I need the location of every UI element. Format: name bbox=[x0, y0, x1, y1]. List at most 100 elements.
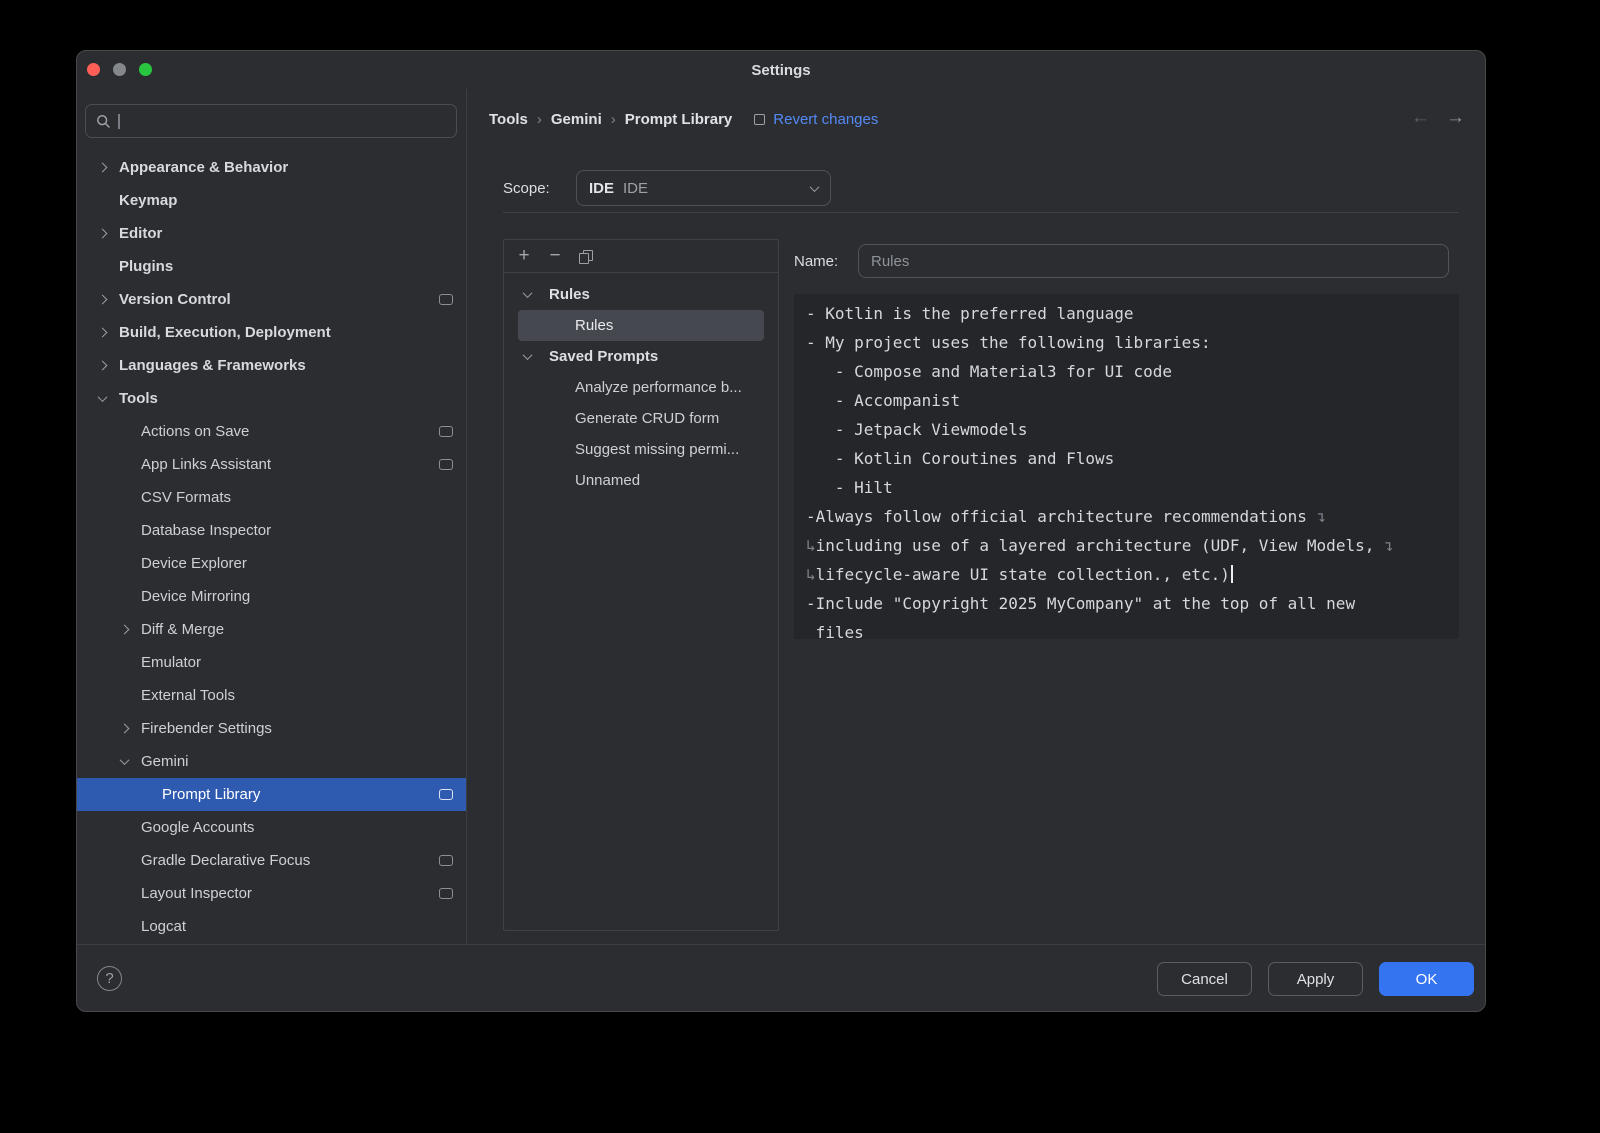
forward-arrow-button[interactable]: → bbox=[1446, 107, 1465, 129]
sidebar-item-logcat[interactable]: Logcat bbox=[77, 910, 466, 943]
sidebar-item-languages-frameworks[interactable]: Languages & Frameworks bbox=[77, 349, 466, 382]
settings-content: Tools › Gemini › Prompt Library Revert c… bbox=[467, 89, 1485, 944]
search-icon bbox=[96, 114, 111, 129]
sidebar-item-label: Editor bbox=[119, 225, 162, 242]
sidebar-item-device-explorer[interactable]: Device Explorer bbox=[77, 547, 466, 580]
chevron-down-icon[interactable] bbox=[99, 395, 119, 402]
prompt-item-rules[interactable]: Rules bbox=[518, 310, 764, 341]
sidebar-item-build-execution-deployment[interactable]: Build, Execution, Deployment bbox=[77, 316, 466, 349]
prompt-list-panel: + − Rules Rules Saved Prompts Analyze perfo… bbox=[503, 239, 779, 931]
sidebar-item-editor[interactable]: Editor bbox=[77, 217, 466, 250]
breadcrumb: Tools › Gemini › Prompt Library Revert c… bbox=[489, 103, 878, 135]
settings-tree: Appearance & Behavior Keymap Editor Plugins… bbox=[77, 151, 466, 944]
sidebar-item-label: Prompt Library bbox=[162, 786, 260, 803]
code-line: - Hilt bbox=[806, 473, 1447, 502]
chevron-down-icon[interactable] bbox=[121, 758, 141, 765]
cancel-button[interactable]: Cancel bbox=[1157, 962, 1252, 996]
scope-badge: IDE bbox=[589, 180, 614, 197]
ok-button[interactable]: OK bbox=[1379, 962, 1474, 996]
history-nav: ← → bbox=[1411, 107, 1465, 129]
sidebar-item-diff-merge[interactable]: Diff & Merge bbox=[77, 613, 466, 646]
soft-wrap-icon: ↳ bbox=[806, 565, 816, 584]
chevron-right-icon[interactable] bbox=[121, 626, 141, 633]
sidebar-item-label: Layout Inspector bbox=[141, 885, 252, 902]
screen-icon bbox=[439, 459, 453, 470]
sidebar-item-label: Firebender Settings bbox=[141, 720, 272, 737]
sidebar-item-label: Plugins bbox=[119, 258, 173, 275]
prompt-item-label: Rules bbox=[575, 317, 613, 334]
prompt-item-analyze-performance-b[interactable]: Analyze performance b... bbox=[518, 372, 764, 403]
chevron-right-icon[interactable] bbox=[99, 329, 119, 336]
chevron-right-icon[interactable] bbox=[99, 296, 119, 303]
code-line: - Kotlin Coroutines and Flows bbox=[806, 444, 1447, 473]
sidebar-item-emulator[interactable]: Emulator bbox=[77, 646, 466, 679]
prompt-item-suggest-missing-permi[interactable]: Suggest missing permi... bbox=[518, 434, 764, 465]
revert-icon bbox=[754, 114, 765, 125]
chevron-right-icon[interactable] bbox=[99, 362, 119, 369]
sidebar-item-gradle-declarative-focus[interactable]: Gradle Declarative Focus bbox=[77, 844, 466, 877]
prompt-group-rules[interactable]: Rules bbox=[504, 279, 778, 310]
sidebar-item-label: Gemini bbox=[141, 753, 189, 770]
sidebar-item-keymap[interactable]: Keymap bbox=[77, 184, 466, 217]
footer-bar: ? Cancel Apply OK bbox=[77, 944, 1485, 1011]
apply-button[interactable]: Apply bbox=[1268, 962, 1363, 996]
prompt-item-label: Analyze performance b... bbox=[575, 379, 742, 396]
prompt-item-label: Generate CRUD form bbox=[575, 410, 719, 427]
sidebar-item-label: Gradle Declarative Focus bbox=[141, 852, 310, 869]
sidebar-item-prompt-library[interactable]: Prompt Library bbox=[77, 778, 466, 811]
sidebar-item-label: Diff & Merge bbox=[141, 621, 224, 638]
sidebar-item-gemini[interactable]: Gemini bbox=[77, 745, 466, 778]
sidebar-item-tools[interactable]: Tools bbox=[77, 382, 466, 415]
settings-window: Settings Appearance & BehaviorKeymapEdit… bbox=[76, 50, 1486, 1012]
copy-prompt-button[interactable] bbox=[575, 245, 597, 267]
sidebar-item-label: Actions on Save bbox=[141, 423, 249, 440]
chevron-down-icon[interactable] bbox=[524, 353, 549, 360]
settings-search-input[interactable] bbox=[85, 104, 457, 138]
breadcrumb-tools[interactable]: Tools bbox=[489, 111, 528, 128]
sidebar-item-label: Appearance & Behavior bbox=[119, 159, 288, 176]
prompt-name-input[interactable] bbox=[858, 244, 1449, 278]
code-line: ↳including use of a layered architecture… bbox=[806, 531, 1447, 560]
sidebar-item-actions-on-save[interactable]: Actions on Save bbox=[77, 415, 466, 448]
sidebar-item-device-mirroring[interactable]: Device Mirroring bbox=[77, 580, 466, 613]
prompt-text-editor[interactable]: - Kotlin is the preferred language- My p… bbox=[794, 294, 1459, 639]
sidebar-item-database-inspector[interactable]: Database Inspector bbox=[77, 514, 466, 547]
sidebar-item-plugins[interactable]: Plugins bbox=[77, 250, 466, 283]
sidebar-item-firebender-settings[interactable]: Firebender Settings bbox=[77, 712, 466, 745]
breadcrumb-gemini[interactable]: Gemini bbox=[551, 111, 602, 128]
sidebar-item-external-tools[interactable]: External Tools bbox=[77, 679, 466, 712]
prompt-group-label: Rules bbox=[549, 286, 590, 303]
chevron-right-icon[interactable] bbox=[121, 725, 141, 732]
chevron-right-icon[interactable] bbox=[99, 164, 119, 171]
desktop-background: { "window": { "title": "Settings" }, "co… bbox=[0, 0, 1600, 1133]
sidebar-item-google-accounts[interactable]: Google Accounts bbox=[77, 811, 466, 844]
help-button[interactable]: ? bbox=[97, 966, 122, 991]
add-prompt-button[interactable]: + bbox=[513, 245, 535, 267]
remove-prompt-button[interactable]: − bbox=[544, 245, 566, 267]
sidebar-item-version-control[interactable]: Version Control bbox=[77, 283, 466, 316]
sidebar-item-csv-formats[interactable]: CSV Formats bbox=[77, 481, 466, 514]
sidebar-item-label: Device Explorer bbox=[141, 555, 247, 572]
chevron-right-icon[interactable] bbox=[99, 230, 119, 237]
sidebar-item-app-links-assistant[interactable]: App Links Assistant bbox=[77, 448, 466, 481]
code-line: - Kotlin is the preferred language bbox=[806, 299, 1447, 328]
sidebar-item-label: Languages & Frameworks bbox=[119, 357, 306, 374]
prompt-item-unnamed[interactable]: Unnamed bbox=[518, 465, 764, 496]
screen-icon bbox=[439, 888, 453, 899]
scope-value: IDE bbox=[623, 180, 648, 197]
sidebar-item-label: CSV Formats bbox=[141, 489, 231, 506]
sidebar-item-label: Keymap bbox=[119, 192, 177, 209]
code-line: -Always follow official architecture rec… bbox=[806, 502, 1447, 531]
prompt-group-saved-prompts[interactable]: Saved Prompts bbox=[504, 341, 778, 372]
revert-changes-link[interactable]: Revert changes bbox=[773, 111, 878, 128]
chevron-down-icon[interactable] bbox=[524, 291, 549, 298]
scope-dropdown[interactable]: IDE IDE bbox=[576, 170, 831, 206]
breadcrumb-prompt-library[interactable]: Prompt Library bbox=[625, 111, 733, 128]
sidebar-item-label: Logcat bbox=[141, 918, 186, 935]
prompt-item-generate-crud-form[interactable]: Generate CRUD form bbox=[518, 403, 764, 434]
code-line: - Jetpack Viewmodels bbox=[806, 415, 1447, 444]
back-arrow-button[interactable]: ← bbox=[1411, 107, 1430, 129]
sidebar-item-appearance-behavior[interactable]: Appearance & Behavior bbox=[77, 151, 466, 184]
sidebar-item-layout-inspector[interactable]: Layout Inspector bbox=[77, 877, 466, 910]
breadcrumb-separator: › bbox=[611, 111, 616, 128]
